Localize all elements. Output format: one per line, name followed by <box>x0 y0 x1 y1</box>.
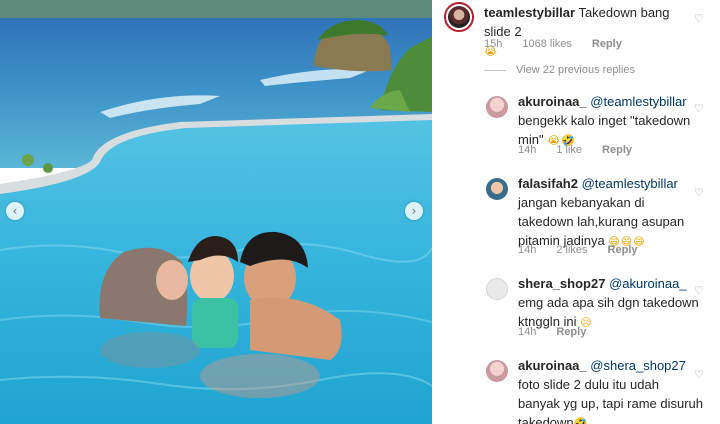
comment-text: shera_shop27 @akuroinaa_ emg ada apa sih… <box>518 274 708 332</box>
reply-button[interactable]: Reply <box>592 38 622 50</box>
comment-meta: 15h 1068 likes Reply <box>484 38 622 50</box>
chevron-left-icon: ‹ <box>12 204 18 218</box>
comment-likes[interactable]: 1 like <box>556 144 582 156</box>
comment-body-line: banyak yg up, tapi rame disuruh <box>518 396 703 411</box>
comment-username[interactable]: akuroinaa_ <box>518 358 587 373</box>
avatar[interactable] <box>486 178 508 200</box>
heart-outline-icon[interactable]: ♡ <box>694 186 704 199</box>
avatar[interactable] <box>486 96 508 118</box>
comment-body-line: foto slide 2 dulu itu udah <box>518 377 659 392</box>
comment-body-line: takedown <box>518 415 574 424</box>
avatar[interactable] <box>486 278 508 300</box>
heart-outline-icon[interactable]: ♡ <box>694 284 704 297</box>
comment-mention[interactable]: @teamlestybillar <box>582 176 678 191</box>
comment-meta: 14h 1 like Reply <box>518 144 632 156</box>
comment-mention[interactable]: @akuroinaa_ <box>609 276 687 291</box>
comment-text: teamlestybillar Takedown bang slide 2 😭 <box>484 3 694 61</box>
reply-button[interactable]: Reply <box>602 144 632 156</box>
comment-emoji: 🤣 <box>573 417 589 424</box>
view-previous-replies[interactable]: View 22 previous replies <box>484 64 635 76</box>
comment-time[interactable]: 15h <box>484 38 502 50</box>
comment-username[interactable]: akuroinaa_ <box>518 94 587 109</box>
reply-button[interactable]: Reply <box>608 244 638 256</box>
comment-body-line: jangan kebanyakan di <box>518 195 645 210</box>
comment-time[interactable]: 14h <box>518 326 536 338</box>
heart-outline-icon[interactable]: ♡ <box>694 12 704 25</box>
chevron-right-icon: › <box>411 204 417 218</box>
comment-body-line: bengekk kalo inget "takedown <box>518 113 691 128</box>
comment-text: akuroinaa_ @shera_shop27 foto slide 2 du… <box>518 356 718 424</box>
comment-likes[interactable]: 1068 likes <box>522 38 572 50</box>
comment-body-line: takedown lah,kurang asupan <box>518 214 685 229</box>
comment-time[interactable]: 14h <box>518 144 536 156</box>
comment-meta: 14h Reply <box>518 326 586 338</box>
divider <box>484 69 506 71</box>
comment-mention[interactable]: @shera_shop27 <box>590 358 686 373</box>
carousel-next-button[interactable]: › <box>405 202 423 220</box>
heart-outline-icon[interactable]: ♡ <box>694 102 704 115</box>
carousel-prev-button[interactable]: ‹ <box>6 202 24 220</box>
comment-username[interactable]: shera_shop27 <box>518 276 605 291</box>
comment-text: akuroinaa_ @teamlestybillar bengekk kalo… <box>518 92 708 150</box>
comments-panel: teamlestybillar Takedown bang slide 2 😭 … <box>432 0 720 424</box>
view-replies-label: View 22 previous replies <box>516 64 636 76</box>
avatar[interactable] <box>486 360 508 382</box>
comment-mention[interactable]: @teamlestybillar <box>590 94 686 109</box>
comment-likes[interactable]: 2 likes <box>556 244 587 256</box>
comment-body-line: emg ada apa sih dgn takedown <box>518 295 699 310</box>
heart-outline-icon[interactable]: ♡ <box>694 368 704 381</box>
pool-photo-image <box>0 0 432 424</box>
comment-time[interactable]: 14h <box>518 244 536 256</box>
comment-text: falasifah2 @teamlestybillar jangan keban… <box>518 174 708 251</box>
comment-username[interactable]: falasifah2 <box>518 176 578 191</box>
avatar[interactable] <box>444 2 474 32</box>
comment-username[interactable]: teamlestybillar <box>484 5 575 20</box>
reply-button[interactable]: Reply <box>556 326 586 338</box>
post-photo: ‹ › <box>0 0 432 424</box>
comment-meta: 14h 2 likes Reply <box>518 244 638 256</box>
